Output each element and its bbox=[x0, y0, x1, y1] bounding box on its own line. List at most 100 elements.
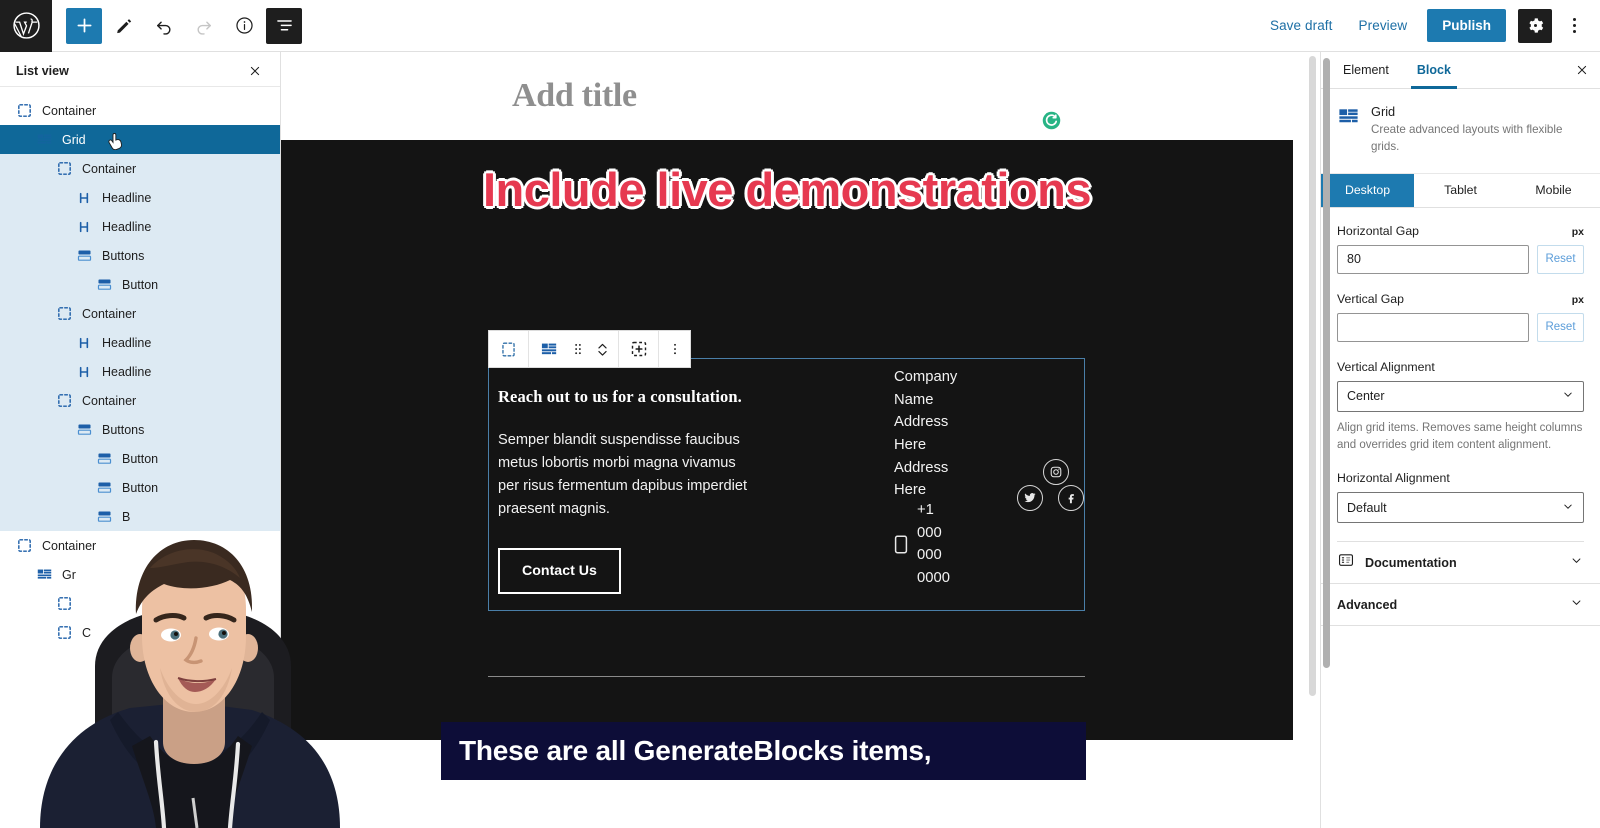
headline-icon bbox=[74, 333, 94, 353]
contact-us-button[interactable]: Contact Us bbox=[498, 548, 621, 594]
edit-mode-button[interactable] bbox=[106, 8, 142, 44]
button-icon bbox=[94, 478, 114, 498]
address-line: Company bbox=[894, 366, 1084, 389]
list-view-item-grid[interactable]: Grid bbox=[0, 125, 280, 154]
contact-grid-block[interactable]: Reach out to us for a consultation. Semp… bbox=[488, 358, 1085, 611]
undo-button[interactable] bbox=[146, 8, 182, 44]
vertical-gap-reset-button[interactable]: Reset bbox=[1537, 313, 1584, 342]
list-view-item-label: Headline bbox=[102, 220, 151, 234]
vertical-gap-input[interactable] bbox=[1337, 313, 1529, 342]
list-view-item-label: Container bbox=[42, 104, 96, 118]
documentation-icon bbox=[1337, 551, 1355, 574]
grid-block-icon[interactable] bbox=[532, 331, 565, 367]
buttons-icon bbox=[74, 246, 94, 266]
horizontal-alignment-select[interactable]: Default bbox=[1337, 492, 1584, 523]
settings-gear-button[interactable] bbox=[1518, 9, 1552, 43]
horizontal-gap-input[interactable] bbox=[1337, 245, 1529, 274]
list-view-item-label: Buttons bbox=[102, 249, 144, 263]
block-toolbar bbox=[488, 330, 691, 368]
grid-settings-section: Horizontal Gap px Reset Vertical Gap px … bbox=[1321, 208, 1600, 543]
device-tab-desktop[interactable]: Desktop bbox=[1321, 174, 1414, 207]
add-grid-item-icon[interactable] bbox=[622, 331, 655, 367]
list-view-item-buttons[interactable]: Buttons bbox=[0, 415, 280, 444]
select-parent-icon[interactable] bbox=[492, 331, 525, 367]
horizontal-gap-field: Horizontal Gap px Reset bbox=[1337, 224, 1584, 274]
grid-icon bbox=[34, 130, 54, 150]
footer-divider bbox=[488, 676, 1085, 677]
buttons-icon bbox=[74, 420, 94, 440]
horizontal-alignment-value: Default bbox=[1347, 501, 1387, 515]
horizontal-gap-label-row: Horizontal Gap px bbox=[1337, 224, 1584, 238]
advanced-accordion[interactable]: Advanced bbox=[1321, 584, 1600, 626]
list-view-item-headline[interactable]: Headline bbox=[0, 183, 280, 212]
list-view-item-buttons[interactable]: Buttons bbox=[0, 241, 280, 270]
post-title-input[interactable]: Add title bbox=[512, 77, 637, 115]
documentation-accordion[interactable]: Documentation bbox=[1321, 542, 1600, 584]
facebook-icon[interactable] bbox=[1058, 485, 1084, 511]
list-view-item-label: Container bbox=[82, 162, 136, 176]
preview-button[interactable]: Preview bbox=[1349, 10, 1418, 41]
list-view-item-button[interactable]: Button bbox=[0, 270, 280, 299]
list-view-item-label: Container bbox=[82, 307, 136, 321]
editor-top-bar: Save draft Preview Publish bbox=[0, 0, 1600, 52]
add-block-button[interactable] bbox=[66, 8, 102, 44]
list-view-item-label: Button bbox=[122, 452, 158, 466]
block-toolbar-group-parent bbox=[489, 331, 529, 367]
list-view-item-container[interactable]: Container bbox=[0, 154, 280, 183]
close-icon[interactable] bbox=[244, 60, 266, 82]
more-options-button[interactable] bbox=[1560, 9, 1588, 43]
horizontal-alignment-field: Horizontal Alignment Default bbox=[1337, 471, 1584, 523]
list-view-item-button[interactable]: Button bbox=[0, 444, 280, 473]
tab-element[interactable]: Element bbox=[1329, 52, 1403, 88]
list-view-item-label: Button bbox=[122, 278, 158, 292]
details-info-button[interactable] bbox=[226, 8, 262, 44]
tab-block[interactable]: Block bbox=[1403, 52, 1465, 88]
list-view-toggle-button[interactable] bbox=[266, 8, 302, 44]
canvas-scrollbar[interactable] bbox=[1309, 56, 1316, 696]
redo-button[interactable] bbox=[186, 8, 222, 44]
save-draft-button[interactable]: Save draft bbox=[1260, 10, 1343, 41]
instagram-icon[interactable] bbox=[1043, 459, 1069, 485]
vertical-alignment-select[interactable]: Center bbox=[1337, 381, 1584, 412]
list-view-item-container[interactable]: Container bbox=[0, 299, 280, 328]
move-up-down-icon[interactable] bbox=[590, 331, 615, 367]
wordpress-block-editor: Save draft Preview Publish Add title bbox=[0, 0, 1600, 828]
list-view-item-headline[interactable]: Headline bbox=[0, 357, 280, 386]
vertical-alignment-field: Vertical Alignment Center Align grid ite… bbox=[1337, 360, 1584, 455]
list-view-item-label: Headline bbox=[102, 336, 151, 350]
drag-handle-icon[interactable] bbox=[565, 331, 590, 367]
block-name: Grid bbox=[1371, 104, 1584, 119]
top-bar-left-tools bbox=[52, 8, 302, 44]
button-icon bbox=[94, 449, 114, 469]
mobile-phone-icon bbox=[894, 535, 908, 554]
sidebar-scrollbar[interactable] bbox=[1323, 58, 1330, 668]
advanced-label: Advanced bbox=[1337, 598, 1397, 612]
block-toolbar-group-add bbox=[619, 331, 659, 367]
list-view-item-label: Buttons bbox=[102, 423, 144, 437]
list-view-item-headline[interactable]: Headline bbox=[0, 212, 280, 241]
block-options-kebab-icon[interactable] bbox=[662, 331, 687, 367]
device-breakpoint-tabs: Desktop Tablet Mobile bbox=[1321, 174, 1600, 208]
device-tab-tablet[interactable]: Tablet bbox=[1414, 174, 1507, 207]
pointer-hand-cursor bbox=[108, 133, 123, 150]
headline-icon bbox=[74, 217, 94, 237]
list-view-item-container[interactable]: Container bbox=[0, 386, 280, 415]
twitter-icon[interactable] bbox=[1017, 485, 1043, 511]
horizontal-gap-label: Horizontal Gap bbox=[1337, 224, 1419, 238]
device-tab-mobile[interactable]: Mobile bbox=[1507, 174, 1600, 207]
block-description: Create advanced layouts with flexible gr… bbox=[1371, 122, 1584, 156]
close-icon[interactable] bbox=[1564, 52, 1600, 88]
list-view-item-label: Container bbox=[82, 394, 136, 408]
block-info: Grid Create advanced layouts with flexib… bbox=[1321, 89, 1600, 174]
horizontal-gap-reset-button[interactable]: Reset bbox=[1537, 245, 1584, 274]
address-line: Address bbox=[894, 411, 1084, 434]
chevron-down-icon bbox=[1561, 499, 1575, 516]
vertical-gap-input-row: Reset bbox=[1337, 313, 1584, 342]
list-view-item-headline[interactable]: Headline bbox=[0, 328, 280, 357]
publish-button[interactable]: Publish bbox=[1427, 9, 1506, 42]
list-view-item-container[interactable]: Container bbox=[0, 96, 280, 125]
chevron-down-icon bbox=[1569, 553, 1584, 573]
wordpress-logo-icon[interactable] bbox=[0, 0, 52, 52]
chevron-down-icon bbox=[1569, 595, 1584, 615]
address-line: Here bbox=[894, 434, 1084, 457]
